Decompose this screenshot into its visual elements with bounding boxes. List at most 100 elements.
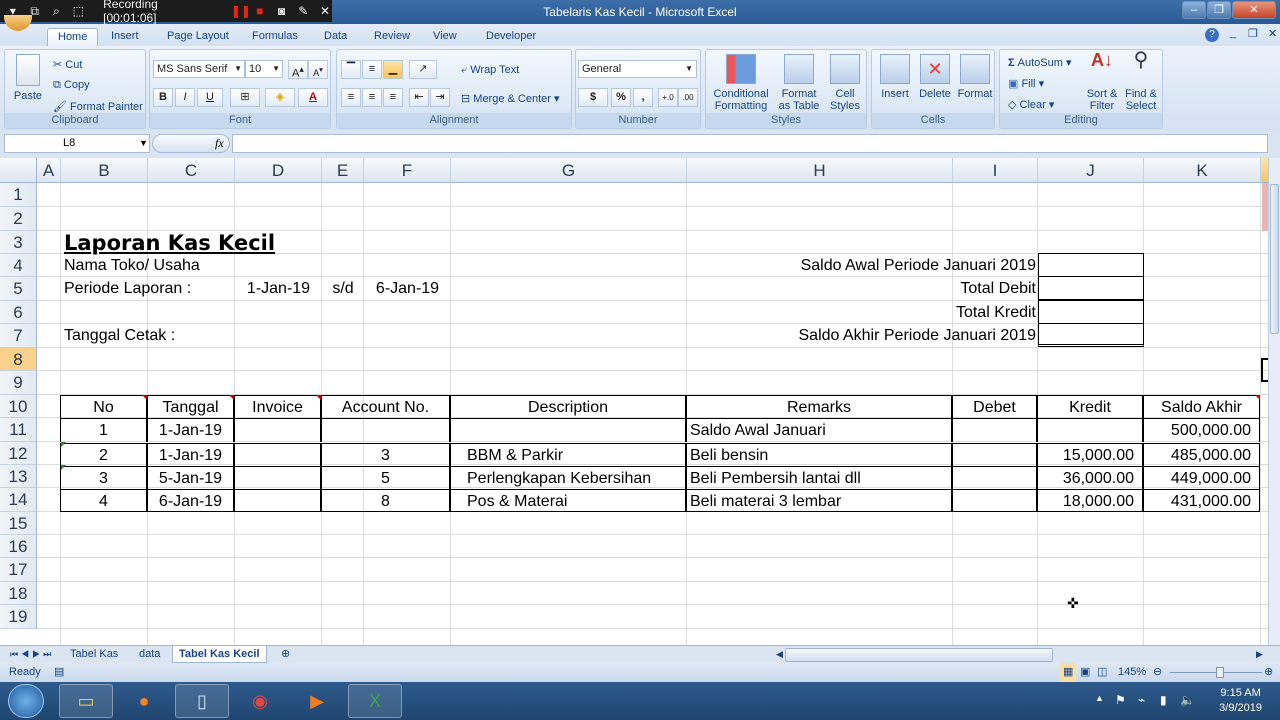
network-icon[interactable]: ▮ bbox=[1160, 693, 1167, 707]
table-cell-kredit[interactable]: 36,000.00 bbox=[1037, 466, 1143, 489]
table-cell-saldo-akhir[interactable]: 449,000.00 bbox=[1143, 466, 1260, 489]
align-middle-icon[interactable]: ≡ bbox=[362, 60, 382, 79]
table-cell-debet[interactable] bbox=[952, 489, 1037, 512]
zoom-icon[interactable]: ⌕ bbox=[50, 4, 64, 19]
page-break-view-icon[interactable]: ◫ bbox=[1097, 663, 1107, 682]
currency-button[interactable]: $ bbox=[578, 88, 608, 107]
comment-indicator-icon[interactable] bbox=[316, 395, 321, 400]
row-header-13[interactable]: 13 bbox=[0, 465, 37, 488]
table-cell-remarks[interactable]: Beli Pembersih lantai dll bbox=[686, 466, 952, 489]
tab-view[interactable]: View bbox=[423, 28, 467, 46]
power-icon[interactable]: ⌁ bbox=[1138, 693, 1145, 707]
fill-color-button[interactable]: ◈ bbox=[265, 88, 295, 107]
table-cell-remarks[interactable]: Saldo Awal Januari bbox=[686, 419, 952, 442]
comment-indicator-icon[interactable] bbox=[142, 395, 147, 400]
format-painter-button[interactable]: 🖌 Format Painter bbox=[53, 100, 143, 113]
media-player-icon[interactable]: ▶ bbox=[290, 684, 344, 718]
action-center-icon[interactable]: ⚑ bbox=[1115, 693, 1126, 707]
clear-button[interactable]: ◇ Clear ▾ bbox=[1008, 98, 1054, 111]
report-title[interactable]: Laporan Kas Kecil bbox=[64, 232, 364, 255]
table-cell-tanggal[interactable]: 6-Jan-19 bbox=[147, 489, 234, 512]
chrome-icon[interactable]: ◉ bbox=[233, 684, 287, 718]
table-cell-debet[interactable] bbox=[952, 466, 1037, 489]
row-header-17[interactable]: 17 bbox=[0, 558, 37, 582]
decrease-decimal-button[interactable]: .00 bbox=[678, 88, 698, 107]
increase-indent-icon[interactable]: ⇥ bbox=[430, 88, 450, 107]
table-cell-debet[interactable] bbox=[952, 419, 1037, 442]
page-layout-view-icon[interactable]: ▣ bbox=[1080, 663, 1090, 682]
doc-minimize-icon[interactable]: _ bbox=[1230, 27, 1236, 39]
macro-record-icon[interactable]: ▤ bbox=[54, 663, 64, 682]
notepad-icon[interactable]: ▯ bbox=[175, 684, 229, 718]
table-cell-invoice[interactable] bbox=[234, 489, 321, 512]
table-cell-invoice[interactable] bbox=[234, 443, 321, 466]
doc-restore-icon[interactable]: ❐ bbox=[1248, 27, 1258, 40]
row-header-14[interactable]: 14 bbox=[0, 488, 37, 512]
table-cell-no[interactable]: 2 bbox=[60, 443, 147, 466]
grow-font-button[interactable]: A▴ bbox=[288, 60, 308, 80]
table-cell-description[interactable]: Perlengkapan Kebersihan bbox=[450, 466, 686, 489]
table-header-debet[interactable]: Debet bbox=[952, 395, 1037, 419]
row-header-8[interactable]: 8 bbox=[0, 348, 37, 371]
label-total-debit[interactable]: Total Debit bbox=[687, 277, 1036, 300]
tab-home[interactable]: Home bbox=[47, 28, 99, 46]
row-header-5[interactable]: 5 bbox=[0, 277, 37, 301]
number-format-select[interactable]: General ▼ bbox=[578, 60, 697, 78]
value-saldo-awal[interactable] bbox=[1038, 253, 1144, 277]
table-cell-tanggal[interactable]: 1-Jan-19 bbox=[147, 419, 234, 442]
periode-start-value[interactable]: 1-Jan-19 bbox=[235, 277, 322, 300]
copy-button[interactable]: ⧉ Copy bbox=[53, 79, 90, 92]
pen-icon[interactable]: ✎ bbox=[296, 4, 310, 18]
table-cell-tanggal[interactable]: 5-Jan-19 bbox=[147, 466, 234, 489]
zoom-in-icon[interactable]: ⊕ bbox=[1264, 663, 1273, 682]
table-header-invoice[interactable]: Invoice bbox=[234, 395, 321, 419]
doc-close-icon[interactable]: ✕ bbox=[1268, 27, 1277, 40]
tab-page-layout[interactable]: Page Layout bbox=[157, 28, 239, 46]
close-button[interactable]: ✕ bbox=[1232, 1, 1276, 19]
table-cell-debet[interactable] bbox=[952, 443, 1037, 466]
pause-icon[interactable]: ❚❚ bbox=[231, 4, 251, 18]
column-header-b[interactable]: B bbox=[61, 158, 148, 183]
sheet-tab-tabel-kas-kecil[interactable]: Tabel Kas Kecil bbox=[172, 646, 267, 663]
zoom-level[interactable]: 145% bbox=[1118, 663, 1146, 682]
table-cell-saldo-akhir[interactable]: 485,000.00 bbox=[1143, 443, 1260, 466]
table-cell-invoice[interactable] bbox=[234, 419, 321, 442]
periode-sd-label[interactable]: s/d bbox=[322, 277, 364, 300]
column-header-e[interactable]: E bbox=[322, 158, 364, 183]
tab-formulas[interactable]: Formulas bbox=[242, 28, 308, 46]
selected-cell-l8[interactable] bbox=[1261, 358, 1268, 382]
label-nama-toko[interactable]: Nama Toko/ Usaha bbox=[64, 254, 264, 277]
label-saldo-awal[interactable]: Saldo Awal Periode Januari 2019 bbox=[687, 254, 1036, 277]
wrap-text-button[interactable]: ⤶ Wrap Text bbox=[461, 64, 519, 77]
borders-button[interactable]: ⊞ bbox=[230, 88, 260, 107]
table-cell-no[interactable]: 3 bbox=[60, 466, 147, 489]
row-header-2[interactable]: 2 bbox=[0, 207, 37, 231]
scroll-left-icon[interactable]: ◀ bbox=[770, 646, 789, 663]
minimize-button[interactable]: – bbox=[1182, 1, 1206, 19]
zoom-slider-thumb[interactable] bbox=[1216, 667, 1224, 678]
comment-indicator-icon[interactable] bbox=[1255, 395, 1260, 400]
table-cell-remarks[interactable]: Beli materai 3 lembar bbox=[686, 489, 952, 512]
merge-center-button[interactable]: ⊟ Merge & Center ▾ bbox=[461, 92, 560, 105]
cut-button[interactable]: ✂ Cut bbox=[53, 58, 82, 71]
value-total-debit[interactable] bbox=[1038, 276, 1144, 300]
region-icon[interactable]: ⬚ bbox=[71, 4, 85, 18]
label-total-kredit[interactable]: Total Kredit bbox=[687, 301, 1036, 324]
table-cell-kredit[interactable]: 18,000.00 bbox=[1037, 489, 1143, 512]
column-header-g[interactable]: G bbox=[451, 158, 687, 183]
table-cell-account-no[interactable]: 5 bbox=[321, 466, 450, 489]
vertical-scrollbar[interactable] bbox=[1268, 158, 1280, 645]
zoom-out-icon[interactable]: ⊖ bbox=[1153, 663, 1162, 682]
insert-function-button[interactable]: fx bbox=[215, 136, 224, 151]
column-header-f[interactable]: F bbox=[364, 158, 451, 183]
help-icon[interactable]: ? bbox=[1205, 28, 1219, 42]
fill-button[interactable]: ▣ Fill ▾ bbox=[1008, 77, 1044, 90]
tab-review[interactable]: Review bbox=[364, 28, 420, 46]
decrease-indent-icon[interactable]: ⇤ bbox=[409, 88, 429, 107]
table-cell-description[interactable]: Pos & Materai bbox=[450, 489, 686, 512]
align-center-icon[interactable]: ≡ bbox=[362, 88, 382, 107]
font-name-select[interactable]: MS Sans Serif ▼ bbox=[153, 60, 245, 78]
table-header-saldo-akhir[interactable]: Saldo Akhir bbox=[1143, 395, 1260, 419]
table-cell-kredit[interactable] bbox=[1037, 419, 1143, 442]
align-left-icon[interactable]: ≡ bbox=[341, 88, 361, 107]
